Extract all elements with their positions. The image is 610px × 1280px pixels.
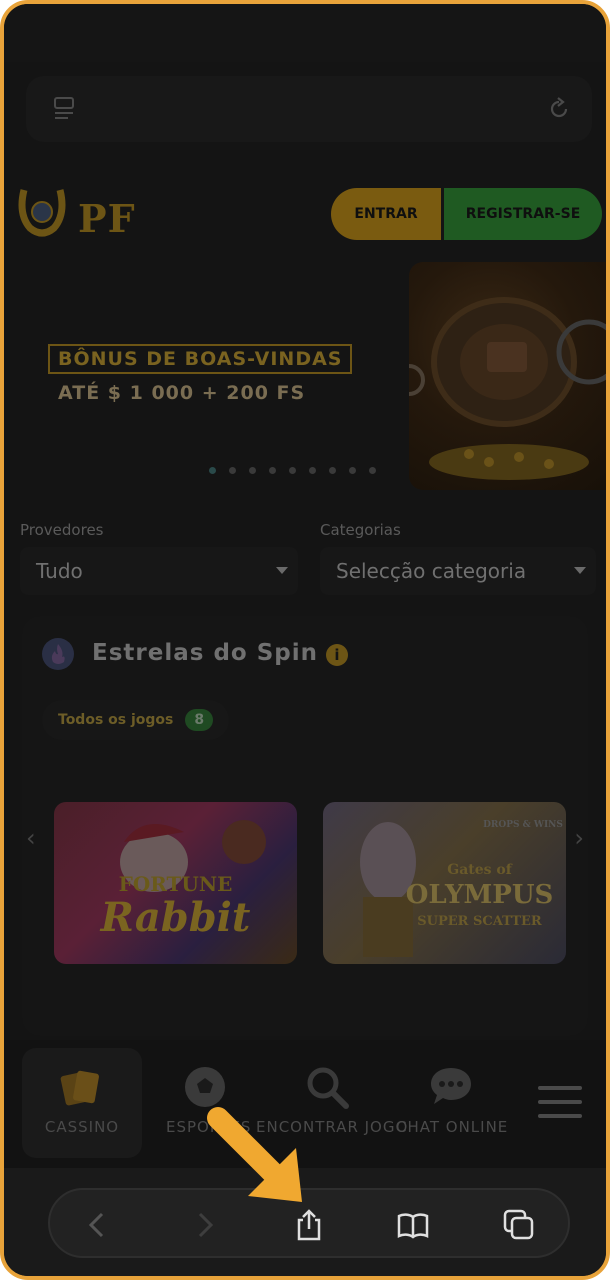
banner-pagination [209, 467, 376, 474]
providers-label: Provedores [20, 521, 104, 539]
pagination-dot[interactable] [329, 467, 336, 474]
pagination-dot[interactable] [269, 467, 276, 474]
categories-label: Categorias [320, 521, 401, 539]
chip-count: 8 [185, 709, 214, 731]
nav-chat-online[interactable]: CHAT ONLINE [396, 1048, 512, 1158]
section-title: Estrelas do Spin [92, 640, 318, 666]
horseshoe-logo-icon [18, 189, 66, 237]
nav-label: CASSINO [44, 1118, 120, 1136]
reader-icon[interactable] [52, 96, 78, 122]
register-button[interactable]: REGISTRAR-SE [444, 188, 602, 240]
pagination-dot[interactable] [209, 467, 216, 474]
back-icon[interactable] [80, 1208, 114, 1242]
game-title-line1: FORTUNE [118, 872, 233, 896]
pagination-dot[interactable] [249, 467, 256, 474]
pointer-arrow-icon [207, 1107, 302, 1202]
banner-subtitle: ATÉ $ 1 000 + 200 FS [58, 382, 306, 404]
chip-label: Todos os jogos [58, 712, 174, 728]
chevron-down-icon [276, 567, 288, 574]
providers-value: Tudo [36, 559, 83, 583]
game-title-line3: SUPER SCATTER [417, 914, 542, 929]
carousel-prev-icon[interactable]: ‹ [26, 824, 36, 852]
banner-title: BÔNUS DE BOAS-VINDAS [48, 344, 353, 374]
browser-top-bar [26, 76, 592, 142]
site-logo[interactable]: PF [16, 184, 135, 241]
all-games-chip[interactable]: Todos os jogos 8 [42, 700, 230, 740]
nav-cassino[interactable]: CASSINO [22, 1048, 142, 1158]
menu-icon[interactable] [538, 1086, 582, 1122]
logo-text: PF [78, 196, 136, 241]
banner-vault-image [393, 262, 606, 490]
info-icon[interactable]: i [326, 644, 348, 666]
chevron-down-icon [574, 567, 586, 574]
categories-value: Selecção categoria [336, 559, 527, 583]
game-card-gates-of-olympus[interactable]: DROPS & WINS Gates of OLYMPUS SUPER SCAT… [323, 802, 566, 964]
pagination-dot[interactable] [349, 467, 356, 474]
game-title-line1: Gates of [447, 862, 512, 878]
status-bar [4, 4, 606, 62]
promo-banner[interactable]: BÔNUS DE BOAS-VINDAS ATÉ $ 1 000 + 200 F… [4, 262, 606, 490]
game-card-fortune-rabbit[interactable]: FORTUNE Rabbit [54, 802, 297, 964]
site-header: PF ENTRAR REGISTRAR-SE [4, 174, 606, 254]
pagination-dot[interactable] [309, 467, 316, 474]
pagination-dot[interactable] [229, 467, 236, 474]
carousel-next-icon[interactable]: › [574, 824, 584, 852]
bookmarks-icon[interactable] [396, 1208, 430, 1242]
phone-screen: PF ENTRAR REGISTRAR-SE BÔNUS DE BOAS-VIN… [0, 0, 610, 1280]
pagination-dot[interactable] [289, 467, 296, 474]
nav-label: CHAT ONLINE [396, 1118, 509, 1136]
game-badge: DROPS & WINS [483, 820, 563, 830]
reload-icon[interactable] [546, 96, 572, 122]
providers-select[interactable]: Tudo [20, 547, 298, 595]
vault-illustration [393, 297, 606, 480]
pagination-dot[interactable] [369, 467, 376, 474]
game-title-line2: OLYMPUS [405, 880, 554, 910]
games-section: Estrelas do Spin i Todos os jogos 8 ‹ › … [22, 616, 588, 1036]
game-title-line2: Rabbit [100, 894, 251, 941]
chat-icon [431, 1068, 471, 1104]
login-button[interactable]: ENTRAR [331, 188, 441, 240]
categories-select[interactable]: Selecção categoria [320, 547, 596, 595]
cards-icon [60, 1070, 99, 1106]
flame-icon [42, 638, 74, 670]
filters-row: Provedores Tudo Categorias Selecção cate… [4, 519, 606, 599]
tabs-icon[interactable] [502, 1208, 536, 1242]
